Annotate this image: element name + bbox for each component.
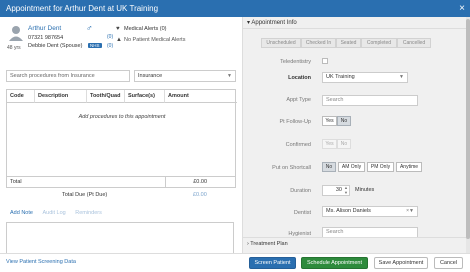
confirmed-yes[interactable]: Yes: [322, 139, 337, 149]
section-title: Appointment Info: [251, 20, 297, 26]
dentist-select[interactable]: Ms. Alison Daniels × ▼: [322, 206, 418, 217]
nhs-badge: NHS: [88, 43, 102, 48]
patient-guarantor: Debbie Dent (Spouse): [28, 43, 83, 49]
screen-patient-button[interactable]: Screen Patient: [249, 257, 296, 269]
appointment-info-panel: ▾ Appointment Info Unscheduled Checked I…: [242, 17, 467, 253]
total-label: Total: [10, 179, 22, 185]
chevron-down-icon: ▾: [247, 20, 251, 26]
patient-age: 48 yrs: [7, 45, 21, 51]
dialog-footer: View Patient Screening Data Screen Patie…: [0, 253, 470, 272]
schedule-appointment-button[interactable]: Schedule Appointment: [301, 257, 368, 269]
empty-table-message: Add procedures to this appointment: [78, 114, 166, 120]
status-checked-in[interactable]: Checked In: [301, 38, 336, 48]
teledentistry-label: Teledentistry: [280, 59, 311, 65]
total-due-label: Total Due (Pt Due): [62, 192, 108, 198]
dialog-titlebar: Appointment for Arthur Dent at UK Traini…: [0, 0, 470, 17]
chevron-down-icon: ▼: [409, 208, 414, 214]
contact-count[interactable]: (0): [107, 43, 113, 49]
confirmed-label: Confirmed: [285, 142, 311, 148]
duration-stepper[interactable]: 30 ▲ ▼: [322, 185, 350, 196]
close-icon[interactable]: ×: [459, 0, 465, 17]
pt-followup-yes[interactable]: Yes: [322, 116, 337, 126]
shortcall-am-only[interactable]: AM Only: [338, 162, 365, 172]
status-completed[interactable]: Completed: [361, 38, 397, 48]
payment-type-value: Insurance: [138, 73, 163, 79]
status-cancelled[interactable]: Cancelled: [397, 38, 431, 48]
duration-label: Duration: [290, 188, 311, 194]
column-header: Amount: [165, 90, 237, 103]
view-screening-link[interactable]: View Patient Screening Data: [6, 259, 76, 265]
column-header: Tooth/Quad: [87, 90, 125, 103]
shortcall-pm-only[interactable]: PM Only: [367, 162, 394, 172]
duration-unit: Minutes: [355, 187, 375, 193]
chevron-right-icon: ›: [247, 241, 249, 247]
shortcall-label: Put on Shortcall: [272, 165, 311, 171]
shortcall-no[interactable]: No: [322, 162, 336, 172]
status-unscheduled[interactable]: Unscheduled: [261, 38, 301, 48]
patient-summary: 48 yrs Arthur Dent ♂ 07321 987654 Debbie…: [6, 23, 242, 59]
avatar: [9, 26, 23, 41]
column-header: Code: [7, 90, 35, 103]
appt-type-label: Appt Type: [286, 97, 311, 103]
chevron-down-icon: ▼: [227, 73, 232, 79]
total-due-value: £0.00: [193, 192, 207, 198]
pt-followup-no[interactable]: No: [337, 116, 351, 126]
dentist-value: Ms. Alison Daniels: [326, 208, 371, 214]
location-value: UK Training: [326, 74, 355, 80]
patient-name-link[interactable]: Arthur Dent: [28, 25, 61, 32]
user-count[interactable]: (0): [107, 34, 113, 40]
appt-type-search[interactable]: Search: [322, 95, 418, 106]
treatment-plan-section[interactable]: › Treatment Plan: [243, 237, 467, 249]
notes-tabs: Add Note Audit Log Reminders: [10, 210, 102, 216]
appointment-dialog: Appointment for Arthur Dent at UK Traini…: [0, 0, 470, 272]
column-header: Description: [35, 90, 87, 103]
warning-icon: ▲: [116, 37, 122, 43]
patient-medical-alerts: No Patient Medical Alerts: [124, 37, 186, 43]
treatment-plan-label: Treatment Plan: [250, 241, 288, 247]
procedures-table: Code Description Tooth/Quad Surface(s) A…: [6, 89, 237, 188]
cancel-button[interactable]: Cancel: [434, 257, 463, 269]
duration-value: 30: [335, 187, 342, 193]
procedure-search-input[interactable]: Search procedures from Insurance: [6, 70, 130, 82]
status-seated[interactable]: Seated: [336, 38, 361, 48]
left-panel: 48 yrs Arthur Dent ♂ 07321 987654 Debbie…: [0, 17, 242, 262]
payment-type-select[interactable]: Insurance ▼: [134, 70, 236, 82]
location-select[interactable]: UK Training ▼: [322, 72, 408, 83]
dentist-label: Dentist: [293, 210, 311, 216]
gender-male-icon: ♂: [86, 23, 93, 33]
scrollbar-thumb[interactable]: [466, 19, 470, 239]
tab-audit-log[interactable]: Audit Log: [42, 210, 65, 216]
tab-reminders[interactable]: Reminders: [75, 210, 102, 216]
procedure-search-row: Search procedures from Insurance Insuran…: [6, 70, 236, 82]
location-label: Location: [288, 75, 311, 81]
scrollbar[interactable]: [466, 17, 470, 253]
stepper-arrows-icon[interactable]: ▲ ▼: [344, 185, 348, 195]
appointment-info-header[interactable]: ▾ Appointment Info: [243, 17, 467, 29]
total-row: Total £0.00: [7, 176, 235, 188]
shortcall-anytime[interactable]: Anytime: [396, 162, 422, 172]
confirmed-no[interactable]: No: [337, 139, 351, 149]
save-appointment-button[interactable]: Save Appointment: [374, 257, 428, 269]
pt-followup-label: Pt Follow-Up: [279, 119, 311, 125]
patient-phone: 07321 987654: [28, 35, 64, 41]
total-value: £0.00: [165, 177, 235, 188]
column-header: Surface(s): [125, 90, 165, 103]
tab-add-note[interactable]: Add Note: [10, 210, 33, 216]
teledentistry-checkbox[interactable]: [322, 58, 328, 64]
medical-alerts: Medical Alerts (0): [124, 26, 167, 32]
dialog-title: Appointment for Arthur Dent at UK Traini…: [6, 4, 159, 13]
heart-icon: ♥: [116, 26, 120, 32]
chevron-down-icon: ▼: [399, 74, 404, 80]
